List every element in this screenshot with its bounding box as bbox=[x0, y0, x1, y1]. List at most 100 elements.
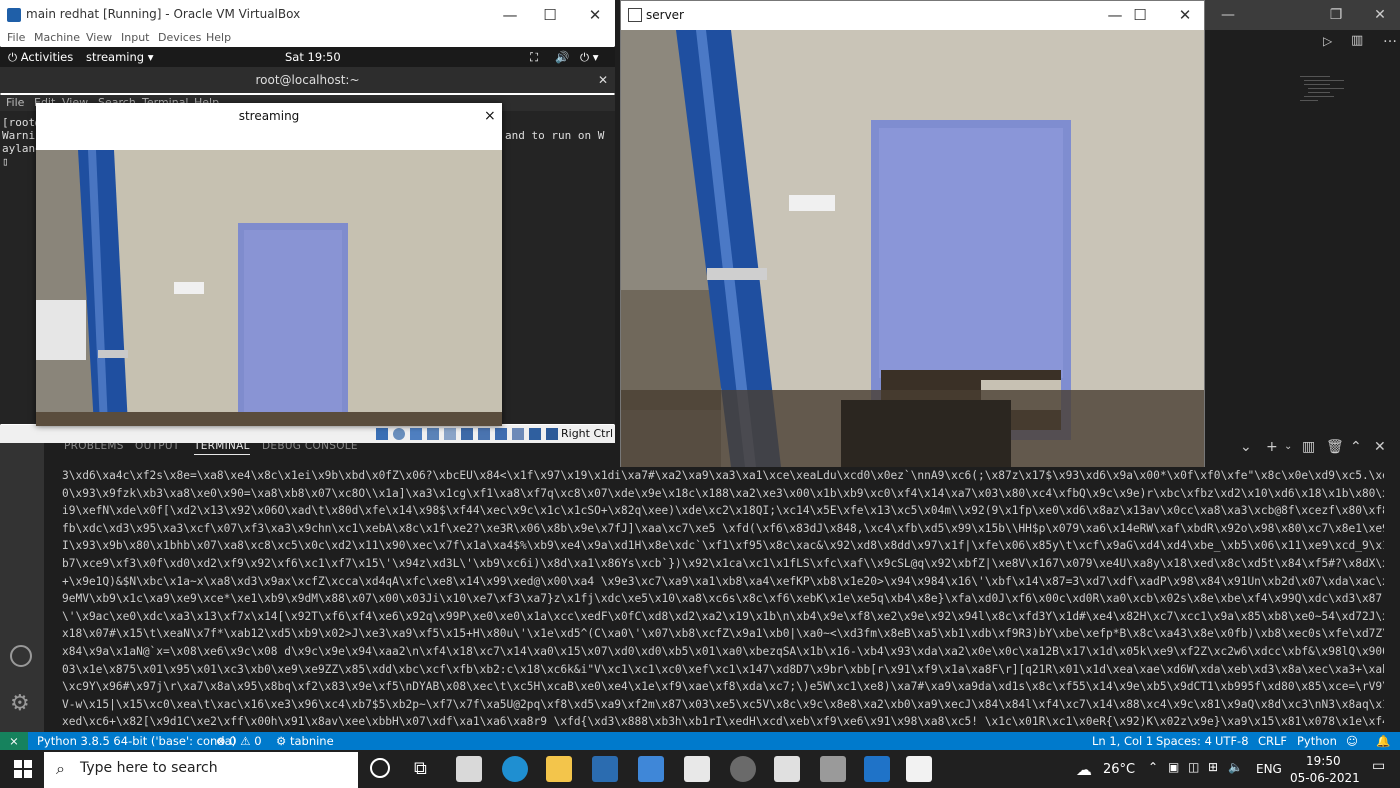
harddisk-icon[interactable] bbox=[376, 428, 388, 440]
terminal-line: and to run on W bbox=[505, 129, 605, 142]
close-panel-icon[interactable]: ✕ bbox=[1374, 437, 1386, 457]
power-icon[interactable]: ⏻ ▾ bbox=[580, 47, 599, 67]
menu-help[interactable]: Help bbox=[206, 31, 231, 44]
volume-icon[interactable]: 🔈 bbox=[1228, 760, 1243, 774]
webcam-frame-image bbox=[621, 30, 1204, 467]
clock-time[interactable]: 19:50 bbox=[1306, 754, 1341, 768]
shared-folders-icon[interactable] bbox=[461, 428, 473, 440]
chevron-down-icon[interactable]: ⌄ bbox=[1284, 437, 1292, 457]
status-bar: ⨯ Python 3.8.5 64-bit ('base': conda) ⊗ … bbox=[0, 732, 1400, 750]
maximize-icon[interactable]: ☐ bbox=[530, 0, 570, 30]
close-icon[interactable]: × bbox=[484, 103, 496, 129]
menu-input[interactable]: Input bbox=[121, 31, 149, 44]
network-adapter-icon[interactable] bbox=[427, 428, 439, 440]
app-icon[interactable] bbox=[730, 756, 756, 782]
task-view-icon[interactable]: ⧉ bbox=[414, 758, 427, 779]
input-language[interactable]: ENG bbox=[1256, 762, 1282, 776]
run-icon[interactable]: ▷ bbox=[1323, 34, 1332, 48]
status-problems[interactable]: ⊗ 0 ⚠ 0 bbox=[216, 732, 262, 750]
close-icon[interactable]: ✕ bbox=[1365, 0, 1395, 30]
terminal-line: +\x9e1Q)&$N\xbc\x1a~x\xa8\xd3\x9ax\xcfZ\… bbox=[62, 574, 1384, 588]
status-tabnine[interactable]: ⚙ tabnine bbox=[276, 732, 334, 750]
network-icon[interactable]: ⛶ bbox=[530, 47, 538, 67]
virtualbox-titlebar: main redhat [Running] - Oracle VM Virtua… bbox=[0, 0, 615, 30]
notification-center-icon[interactable]: ▭ bbox=[1372, 758, 1385, 774]
activity-bar: ⚙ bbox=[0, 435, 44, 732]
menu-devices[interactable]: Devices bbox=[158, 31, 201, 44]
app-icon[interactable] bbox=[774, 756, 800, 782]
chevron-down-icon[interactable]: ⌄ bbox=[1240, 437, 1252, 457]
minimap[interactable] bbox=[1300, 72, 1350, 112]
status-encoding[interactable]: UTF-8 bbox=[1215, 732, 1249, 750]
network-icon[interactable]: ⊞ bbox=[1208, 760, 1218, 774]
clock-date[interactable]: 05-06-2021 bbox=[1290, 771, 1360, 785]
notepad-icon[interactable] bbox=[906, 756, 932, 782]
remote-icon[interactable]: ⨯ bbox=[0, 732, 28, 750]
close-icon[interactable]: ✕ bbox=[1165, 0, 1205, 30]
weather-temperature[interactable]: 26°C bbox=[1103, 762, 1135, 777]
close-icon[interactable]: ✕ bbox=[575, 0, 615, 30]
tray-icon[interactable]: ◫ bbox=[1188, 760, 1199, 774]
windows-start-icon[interactable] bbox=[14, 760, 32, 778]
recording-icon[interactable] bbox=[495, 428, 507, 440]
status-language[interactable]: Python bbox=[1297, 732, 1337, 750]
notifications-icon[interactable]: 🔔 bbox=[1376, 732, 1390, 750]
app-icon[interactable] bbox=[684, 756, 710, 782]
server-title: server bbox=[646, 8, 684, 22]
file-explorer-icon[interactable] bbox=[546, 756, 572, 782]
more-actions-icon[interactable]: … bbox=[1383, 30, 1397, 46]
menu-machine[interactable]: Machine bbox=[34, 31, 80, 44]
virtualbox-icon[interactable] bbox=[820, 756, 846, 782]
account-icon[interactable] bbox=[10, 645, 32, 667]
display-icon[interactable] bbox=[478, 428, 490, 440]
terminal-line: x84\x9a\x1aN@`x=\x08\xe6\x9c\x08 d\x9c\x… bbox=[62, 644, 1384, 658]
minimize-icon[interactable]: — bbox=[490, 0, 530, 30]
close-icon[interactable]: ✕ bbox=[598, 67, 608, 93]
minimize-icon[interactable]: — bbox=[1213, 0, 1243, 30]
volume-icon[interactable]: 🔊 bbox=[555, 47, 569, 67]
optical-drive-icon[interactable] bbox=[393, 428, 405, 440]
window-title: main redhat [Running] - Oracle VM Virtua… bbox=[26, 7, 301, 21]
status-cursor-position[interactable]: Ln 1, Col 1 bbox=[1092, 732, 1153, 750]
maximize-icon[interactable]: ☐ bbox=[1120, 0, 1160, 30]
cortana-icon[interactable] bbox=[370, 758, 390, 778]
restore-icon[interactable]: ❐ bbox=[1321, 0, 1351, 30]
clock[interactable]: Sat 19:50 bbox=[285, 47, 341, 67]
menu-view[interactable]: View bbox=[86, 31, 112, 44]
python-app-icon[interactable] bbox=[638, 756, 664, 782]
status-eol[interactable]: CRLF bbox=[1258, 732, 1287, 750]
vscode-icon[interactable] bbox=[864, 756, 890, 782]
terminal-line: b7\xce9\xf3\x0f\xd0\xd2\xf9\x92\xf6\xc1\… bbox=[62, 556, 1384, 570]
menu-file[interactable]: File bbox=[7, 31, 25, 44]
settings-gear-icon[interactable]: ⚙ bbox=[10, 693, 30, 715]
terminal-line: 0\x93\x9fzk\xb3\xa8\xe0\x90=\xa8\xb8\x07… bbox=[62, 486, 1384, 500]
tray-icon[interactable]: ▣ bbox=[1168, 760, 1179, 774]
trash-icon[interactable]: 🗑 bbox=[1326, 437, 1344, 457]
feedback-icon[interactable]: ☺ bbox=[1346, 732, 1358, 750]
usb-icon[interactable] bbox=[444, 428, 456, 440]
chevron-up-icon[interactable]: ⌃ bbox=[1148, 760, 1158, 774]
mouse-integration-icon[interactable] bbox=[529, 428, 541, 440]
status-indentation[interactable]: Spaces: 4 bbox=[1156, 732, 1212, 750]
status-python-interpreter[interactable]: Python 3.8.5 64-bit ('base': conda) bbox=[37, 732, 236, 750]
terminal-line: V-w\x15|\x15\xc0\xea\t\xac\x16\xe3\x96\x… bbox=[62, 697, 1384, 711]
split-terminal-icon[interactable]: ▥ bbox=[1302, 437, 1315, 457]
activities-button[interactable]: ⏻ Activities bbox=[8, 47, 73, 67]
new-terminal-icon[interactable]: + bbox=[1266, 437, 1278, 457]
app-menu[interactable]: streaming ▾ bbox=[86, 47, 154, 67]
keyboard-capture-icon[interactable] bbox=[546, 428, 558, 440]
server-titlebar: server — ☐ ✕ bbox=[620, 0, 1205, 30]
split-editor-icon[interactable]: ▥ bbox=[1351, 33, 1363, 48]
terminal-line: 3\xd6\xa4c\xf2s\x8e=\xa8\xe4\x8c\x1ei\x9… bbox=[62, 469, 1384, 482]
terminal-output[interactable]: 3\xd6\xa4c\xf2s\x8e=\xa8\xe4\x8c\x1ei\x9… bbox=[62, 467, 1384, 731]
edge-icon[interactable] bbox=[502, 756, 528, 782]
terminal-menu-file[interactable]: File bbox=[6, 96, 24, 109]
maximize-panel-icon[interactable]: ⌃ bbox=[1350, 437, 1362, 457]
audio-icon[interactable] bbox=[410, 428, 422, 440]
virtualbox-menubar: File Machine View Input Devices Help bbox=[0, 30, 615, 46]
mail-icon[interactable] bbox=[592, 756, 618, 782]
cpu-icon[interactable] bbox=[512, 428, 524, 440]
weather-cloud-icon[interactable]: ☁ bbox=[1076, 760, 1092, 779]
store-icon[interactable] bbox=[456, 756, 482, 782]
webcam-frame-image bbox=[36, 150, 502, 426]
